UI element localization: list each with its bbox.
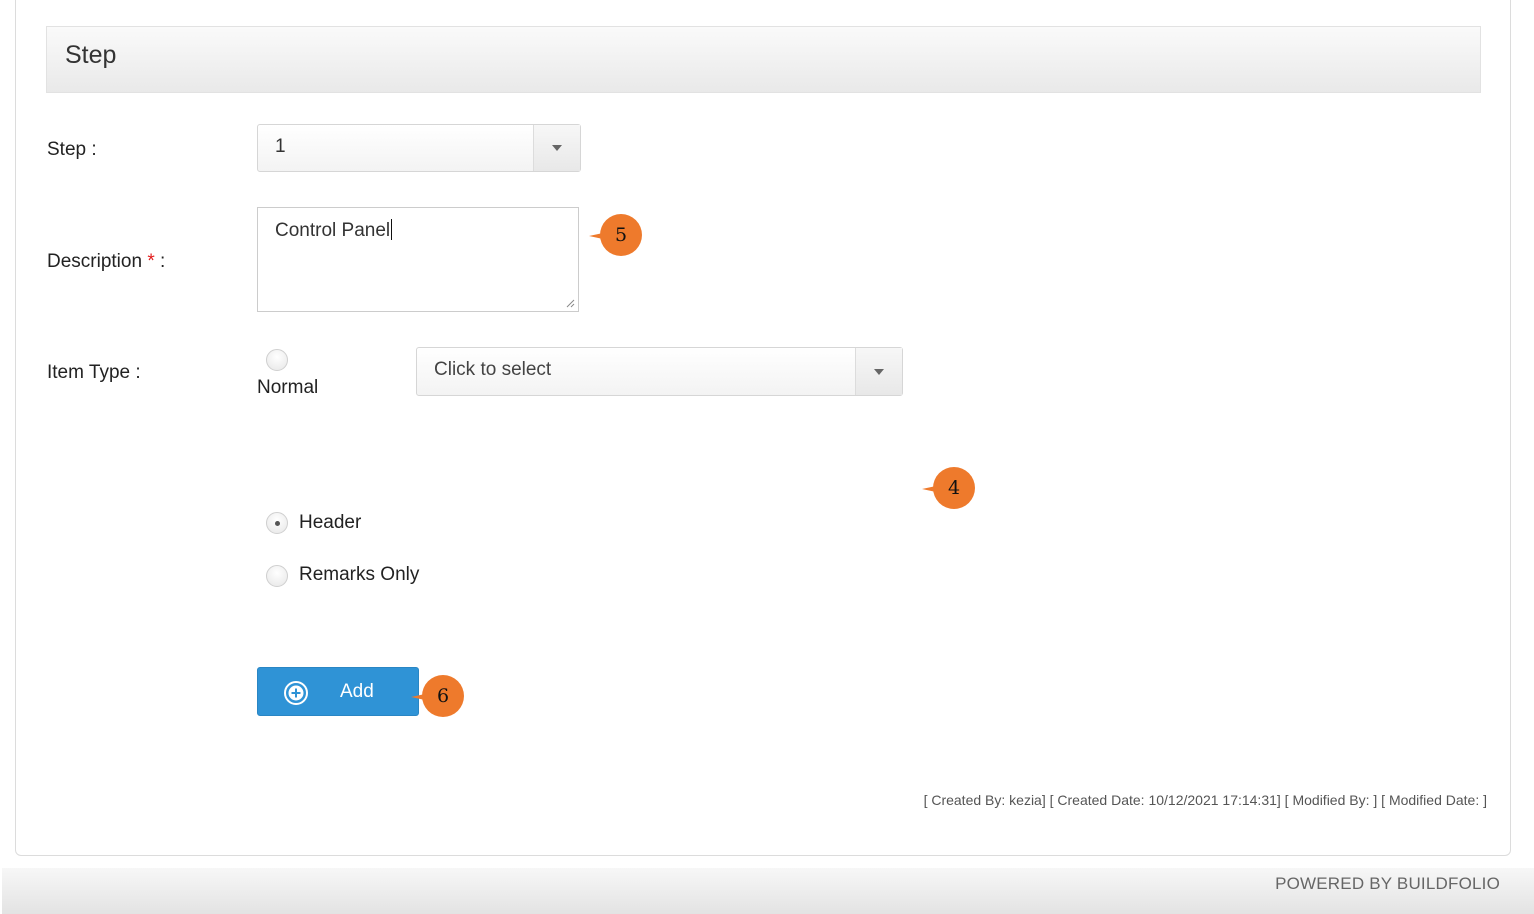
callout-badge-6: 6: [411, 675, 464, 717]
item-type-select[interactable]: Click to select: [416, 347, 903, 396]
add-button-label: Add: [340, 681, 374, 702]
radio-normal-label: Normal: [257, 377, 319, 398]
audit-info: [ Created By: kezia] [ Created Date: 10/…: [923, 792, 1487, 808]
item-type-select-placeholder: Click to select: [434, 359, 552, 380]
description-label: Description * :: [47, 251, 165, 273]
radio-remarks-only[interactable]: [266, 565, 288, 587]
section-title: Step: [65, 41, 117, 69]
radio-normal[interactable]: [266, 349, 288, 371]
radio-remarks-only-label[interactable]: Remarks Only: [299, 564, 419, 586]
section-header: Step: [46, 26, 1481, 93]
radio-header[interactable]: [266, 512, 288, 534]
step-label: Step :: [47, 139, 97, 160]
chevron-down-icon: [552, 145, 562, 151]
description-textarea[interactable]: Control Panel: [257, 207, 579, 312]
callout-badge-5: 5: [589, 214, 642, 256]
callout-badge-4: 4: [922, 467, 975, 509]
item-type-label: Item Type :: [47, 362, 141, 383]
description-label-suffix: :: [154, 251, 166, 272]
step-select[interactable]: 1: [257, 124, 581, 172]
footer-powered-by: POWERED BY BUILDFOLIO: [1275, 874, 1500, 893]
item-type-select-arrow[interactable]: [855, 348, 902, 395]
chevron-down-icon: [874, 368, 884, 375]
description-value-text: Control Panel: [275, 220, 391, 241]
plus-circle-icon: [284, 681, 308, 705]
footer: POWERED BY BUILDFOLIO: [2, 868, 1534, 914]
radio-header-label[interactable]: Header: [299, 512, 361, 534]
step-select-arrow[interactable]: [533, 125, 580, 171]
description-value: Control Panel: [275, 219, 393, 242]
add-button[interactable]: Add: [257, 667, 419, 716]
text-caret: [391, 219, 393, 240]
form-card: [15, 0, 1511, 856]
description-label-text: Description: [47, 251, 143, 272]
step-select-value: 1: [275, 136, 286, 157]
required-marker: *: [147, 251, 155, 272]
resize-handle-icon[interactable]: [565, 298, 575, 308]
